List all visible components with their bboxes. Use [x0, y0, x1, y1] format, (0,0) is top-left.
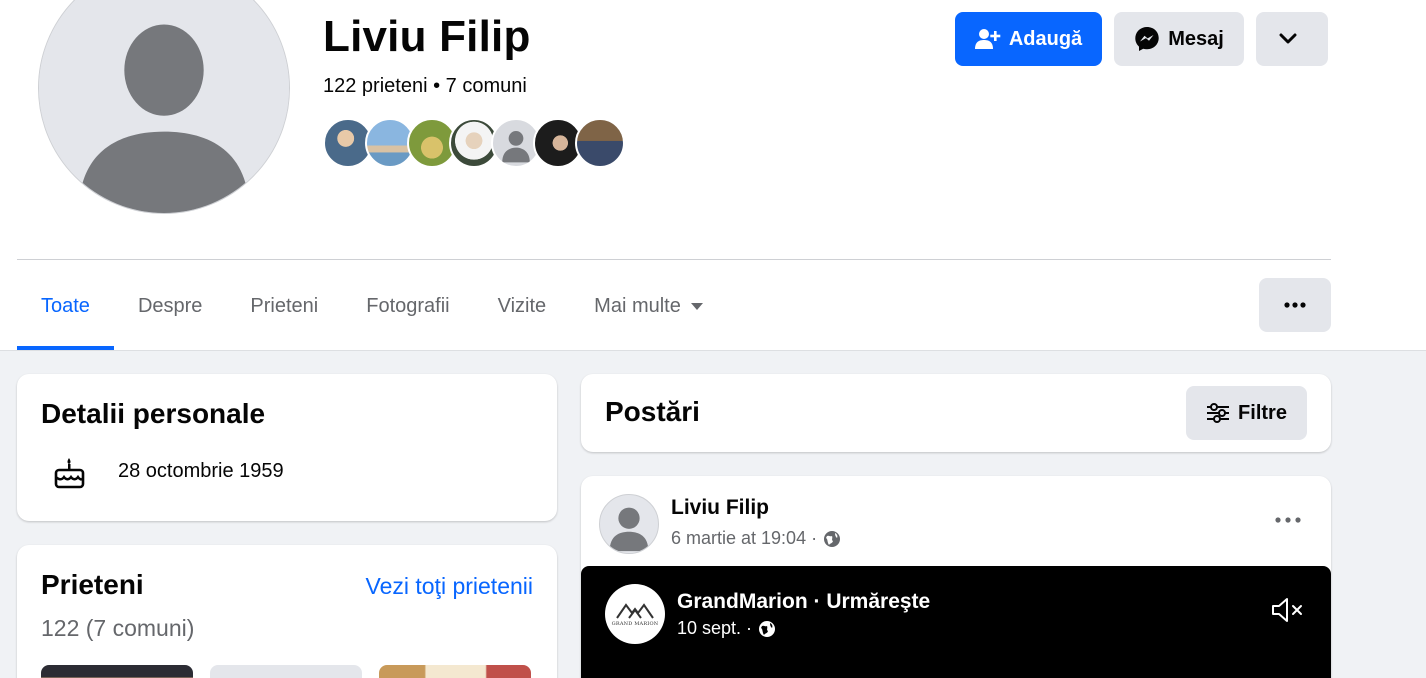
- tab-more[interactable]: Mai multe: [570, 262, 727, 350]
- post-options-button[interactable]: [1275, 510, 1301, 528]
- tabs-more-options-button[interactable]: [1259, 278, 1331, 332]
- post-author-name[interactable]: Liviu Filip: [671, 496, 769, 520]
- profile-header: Liviu Filip 122 prieteni • 7 comuni Adau…: [0, 0, 1426, 350]
- logo-text: GRAND MARION: [611, 621, 659, 627]
- shared-timestamp[interactable]: 10 sept. ·: [677, 618, 752, 639]
- messenger-icon: [1135, 27, 1159, 51]
- tab-label: Toate: [41, 294, 90, 317]
- profile-tabs: Toate Despre Prieteni Fotografii Vizite …: [17, 262, 727, 350]
- friend-thumbnail[interactable]: [379, 665, 531, 678]
- grandmarion-logo[interactable]: GRAND MARION: [605, 584, 665, 644]
- header-divider: [17, 259, 1331, 260]
- personal-details-card: Detalii personale: [17, 374, 557, 521]
- posts-title: Postări: [605, 396, 700, 427]
- friend-thumbnail[interactable]: [210, 665, 362, 678]
- shared-video[interactable]: GRAND MARION GrandMarion · Urmăreşte 10 …: [581, 566, 1331, 678]
- filters-label: Filtre: [1238, 401, 1287, 424]
- details-title: Detalii personale: [41, 398, 266, 429]
- friend-thumbnail[interactable]: [41, 665, 193, 678]
- more-dots-icon: [1275, 517, 1301, 523]
- more-dots-icon: [1284, 302, 1306, 308]
- globe-icon: [759, 620, 776, 637]
- tab-label: Fotografii: [366, 294, 450, 317]
- speaker-muted-icon: [1272, 598, 1302, 622]
- shared-page-title[interactable]: GrandMarion · Urmăreşte: [677, 590, 930, 614]
- birthday-text: 28 octombrie 1959: [118, 460, 284, 482]
- mutual-friends-faces: [323, 118, 625, 168]
- globe-icon: [824, 530, 841, 547]
- friends-count: 122 (7 comuni): [41, 615, 195, 641]
- friend-thumbnails: [41, 665, 531, 678]
- birthday-cake-icon: [52, 456, 88, 495]
- filters-button[interactable]: Filtre: [1186, 386, 1307, 440]
- friend-avatar[interactable]: [575, 118, 625, 168]
- add-friend-button[interactable]: Adaugă: [955, 12, 1102, 66]
- tab-all[interactable]: Toate: [17, 262, 114, 350]
- shared-meta: 10 sept. ·: [677, 618, 776, 639]
- chevron-down-icon: [1279, 33, 1297, 44]
- friends-summary[interactable]: 122 prieteni • 7 comuni: [323, 75, 527, 98]
- sliders-icon: [1207, 403, 1230, 423]
- tab-label: Despre: [137, 294, 203, 317]
- tab-about[interactable]: Despre: [114, 262, 226, 350]
- tab-checkins[interactable]: Vizite: [474, 262, 571, 350]
- default-avatar-icon: [39, 0, 289, 213]
- post-meta: 6 martie at 19:04 ·: [671, 528, 841, 549]
- mute-button[interactable]: [1271, 596, 1305, 629]
- mountain-logo-icon: [616, 603, 654, 619]
- post-timestamp[interactable]: 6 martie at 19:04 ·: [671, 528, 817, 549]
- message-button[interactable]: Mesaj: [1114, 12, 1244, 66]
- tab-photos[interactable]: Fotografii: [342, 262, 473, 350]
- profile-menu-button[interactable]: [1256, 12, 1328, 66]
- default-avatar-icon: [609, 507, 649, 552]
- post-author-avatar[interactable]: [599, 494, 659, 554]
- caret-down-icon: [690, 302, 703, 310]
- tab-label: Vizite: [497, 294, 547, 317]
- message-label: Mesaj: [1168, 27, 1224, 50]
- add-friend-label: Adaugă: [1008, 27, 1083, 50]
- add-friend-icon: [974, 29, 1001, 49]
- friends-card: Prieteni Vezi toţi prietenii 122 (7 comu…: [17, 545, 557, 678]
- profile-name: Liviu Filip: [323, 12, 531, 61]
- tab-label: Prieteni: [250, 294, 319, 317]
- friends-title: Prieteni: [41, 569, 144, 600]
- tab-label: Mai multe: [594, 294, 681, 317]
- posts-header-card: Postări Filtre: [581, 374, 1331, 452]
- profile-avatar[interactable]: [38, 0, 290, 214]
- tab-friends[interactable]: Prieteni: [226, 262, 342, 350]
- see-all-friends-link[interactable]: Vezi toţi prietenii: [366, 573, 533, 600]
